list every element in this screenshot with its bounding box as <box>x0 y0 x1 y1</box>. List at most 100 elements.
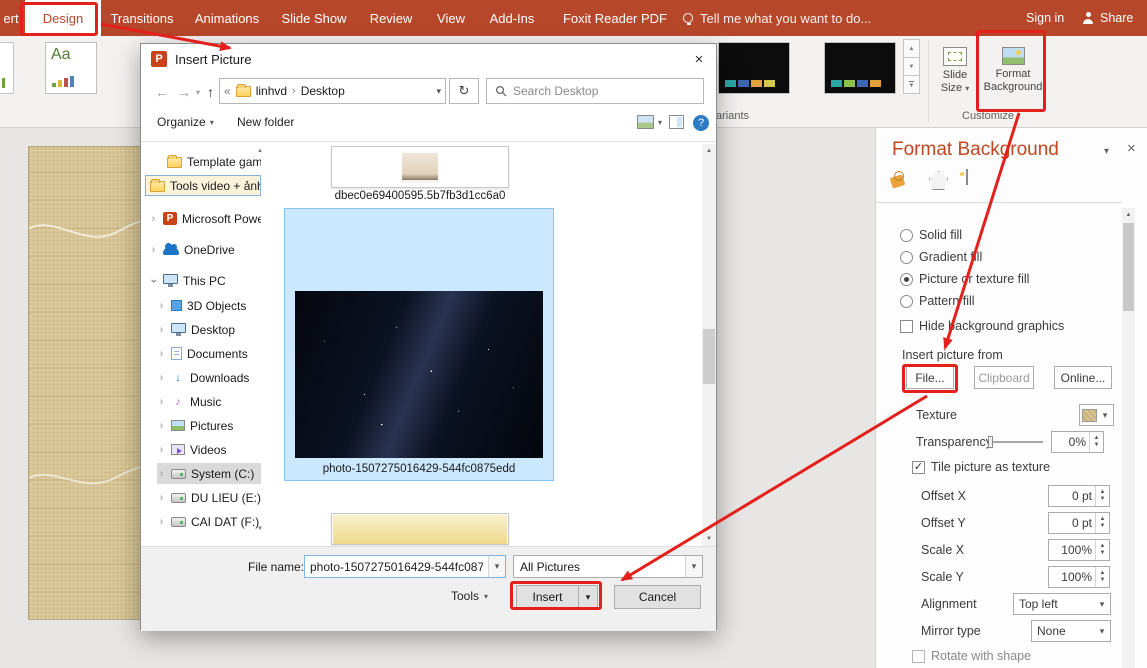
slider-thumb[interactable] <box>988 436 993 448</box>
file-item-selected[interactable]: photo-1507275016429-544fc0875edd <box>284 208 554 481</box>
dialog-title-bar[interactable]: P Insert Picture <box>141 44 716 74</box>
chevron-right-icon[interactable]: › <box>157 348 166 360</box>
up-one-level-button[interactable]: ↑ <box>207 84 214 100</box>
tree-item-microsoft-powerpoint[interactable]: › P Microsoft PowerP <box>149 208 261 229</box>
address-dropdown-caret[interactable]: ▾ <box>436 86 441 97</box>
cancel-button[interactable]: Cancel <box>614 585 701 609</box>
tree-item-documents[interactable]: › Documents <box>157 343 261 364</box>
breadcrumb-user[interactable]: linhvd <box>256 84 287 98</box>
breadcrumb-overflow-icon[interactable]: « <box>224 84 231 98</box>
theme-thumbnail[interactable]: Aa <box>45 42 97 94</box>
tree-item-onedrive[interactable]: › OneDrive <box>149 239 261 260</box>
file-name-input[interactable] <box>305 560 488 574</box>
hide-background-graphics-option[interactable]: Hide background graphics <box>900 319 1064 333</box>
chevron-right-icon[interactable]: › <box>157 300 166 312</box>
online-button[interactable]: Online... <box>1054 366 1112 389</box>
gallery-scroll-down-button[interactable]: ▼ <box>903 57 920 76</box>
texture-dropdown[interactable]: ▾ <box>1079 404 1114 426</box>
file-name-combo[interactable]: ▾ <box>304 555 506 578</box>
tab-view[interactable]: View <box>429 0 473 36</box>
pane-scrollbar[interactable]: ▲ <box>1122 208 1135 668</box>
alignment-dropdown[interactable]: Top left ▾ <box>1013 593 1111 615</box>
spinner-steppers[interactable]: ▲▼ <box>1095 513 1109 533</box>
clipboard-button[interactable]: Clipboard <box>974 366 1034 389</box>
tree-item-cai-dat-f[interactable]: › CAI DAT (F:) <box>157 511 261 532</box>
tools-menu[interactable]: Tools ▾ <box>451 589 488 603</box>
file-item-partial-bottom[interactable] <box>331 513 509 545</box>
file-name-label[interactable]: dbec0e69400595.5b7fb3d1cc6a0 <box>270 190 570 202</box>
spinner-steppers[interactable]: ▲▼ <box>1095 567 1109 587</box>
offset-y-spinner[interactable]: 0 pt ▲▼ <box>1048 512 1110 534</box>
tab-design[interactable]: Design <box>25 0 101 36</box>
search-box[interactable] <box>486 78 704 104</box>
scrollbar-thumb[interactable] <box>1123 223 1134 311</box>
file-button[interactable]: File... <box>906 366 954 389</box>
recent-locations-caret[interactable]: ▾ <box>196 88 200 97</box>
breadcrumb-folder[interactable]: Desktop <box>301 84 345 98</box>
pattern-fill-option[interactable]: Pattern fill <box>900 294 975 308</box>
details-pane-button[interactable] <box>669 115 684 129</box>
chevron-expanded-icon[interactable]: › <box>149 276 160 285</box>
organize-menu[interactable]: Organize ▾ <box>157 115 214 129</box>
tab-insert-partial[interactable]: ert <box>0 0 22 36</box>
tab-foxit-reader-pdf[interactable]: Foxit Reader PDF <box>561 0 669 36</box>
tree-item-videos[interactable]: › Videos <box>157 439 261 460</box>
change-view-button[interactable]: ▾ <box>637 115 662 129</box>
chevron-right-icon[interactable]: › <box>157 324 166 336</box>
transparency-slider[interactable] <box>988 435 1043 449</box>
scale-y-spinner[interactable]: 100% ▲▼ <box>1048 566 1110 588</box>
gallery-scroll-up-button[interactable]: ▲ <box>903 39 920 58</box>
tell-me-box[interactable]: Tell me what you want to do... <box>683 0 871 36</box>
spinner-steppers[interactable]: ▲▼ <box>1089 432 1103 452</box>
file-item-partial-top[interactable] <box>331 146 509 188</box>
address-bar[interactable]: « linhvd › Desktop ▾ <box>219 78 446 104</box>
chevron-right-icon[interactable]: › <box>157 468 166 480</box>
offset-x-spinner[interactable]: 0 pt ▲▼ <box>1048 485 1110 507</box>
tab-review[interactable]: Review <box>363 0 419 36</box>
share-button[interactable]: Share <box>1082 0 1133 36</box>
tree-scroll-down[interactable]: ▼ <box>255 526 265 532</box>
file-type-select[interactable]: All Pictures ▾ <box>513 555 703 578</box>
tree-item-this-pc[interactable]: › This PC <box>149 270 261 291</box>
gradient-fill-option[interactable]: Gradient fill <box>900 250 982 264</box>
variant-thumbnail-1[interactable] <box>718 42 790 94</box>
picture-tab[interactable] <box>966 170 968 184</box>
pane-close-icon[interactable]: × <box>1127 140 1136 157</box>
picture-texture-fill-option[interactable]: Picture or texture fill <box>900 272 1029 286</box>
search-input[interactable] <box>513 84 673 98</box>
tree-item-downloads[interactable]: › ↓ Downloads <box>157 367 261 388</box>
variant-thumbnail-2[interactable] <box>824 42 896 94</box>
chevron-right-icon[interactable]: › <box>157 372 166 384</box>
help-button[interactable]: ? <box>693 115 709 131</box>
mirror-type-dropdown[interactable]: None ▾ <box>1031 620 1111 642</box>
tile-picture-option[interactable]: ✓ Tile picture as texture <box>912 460 1050 474</box>
new-folder-button[interactable]: New folder <box>237 115 294 129</box>
tree-item-music[interactable]: › ♪ Music <box>157 391 261 412</box>
tree-scroll-up[interactable]: ▲ <box>255 148 265 154</box>
spinner-steppers[interactable]: ▲▼ <box>1095 540 1109 560</box>
chevron-right-icon[interactable]: › <box>157 516 166 528</box>
tab-add-ins[interactable]: Add-Ins <box>483 0 541 36</box>
insert-button[interactable]: Insert ▾ <box>516 585 598 609</box>
chevron-right-icon[interactable]: › <box>149 244 158 256</box>
files-scrollbar[interactable]: ▲ ▼ <box>702 144 716 546</box>
sign-in-button[interactable]: Sign in <box>1026 0 1064 36</box>
dialog-close-button[interactable]: × <box>682 44 716 74</box>
forward-button[interactable]: → <box>177 84 191 100</box>
back-button[interactable]: ← <box>155 84 169 100</box>
pane-options-caret-icon[interactable]: ▾ <box>1104 146 1109 157</box>
combo-dropdown-caret[interactable]: ▾ <box>488 556 505 577</box>
rotate-with-shape-option[interactable]: Rotate with shape <box>912 649 1031 663</box>
chevron-right-icon[interactable]: › <box>157 396 166 408</box>
theme-thumbnail-partial[interactable] <box>0 42 14 94</box>
tree-item-pictures[interactable]: › Pictures <box>157 415 261 436</box>
refresh-button[interactable]: ↻ <box>449 78 479 104</box>
tab-transitions[interactable]: Transitions <box>103 0 181 36</box>
tree-item-desktop[interactable]: › Desktop <box>157 319 261 340</box>
tab-animations[interactable]: Animations <box>188 0 266 36</box>
tree-item-du-lieu-e[interactable]: › DU LIEU (E:) <box>157 487 261 508</box>
transparency-spinner[interactable]: 0% ▲▼ <box>1051 431 1104 453</box>
chevron-right-icon[interactable]: › <box>157 420 166 432</box>
scrollbar-thumb[interactable] <box>703 329 715 384</box>
chevron-right-icon[interactable]: › <box>157 492 166 504</box>
